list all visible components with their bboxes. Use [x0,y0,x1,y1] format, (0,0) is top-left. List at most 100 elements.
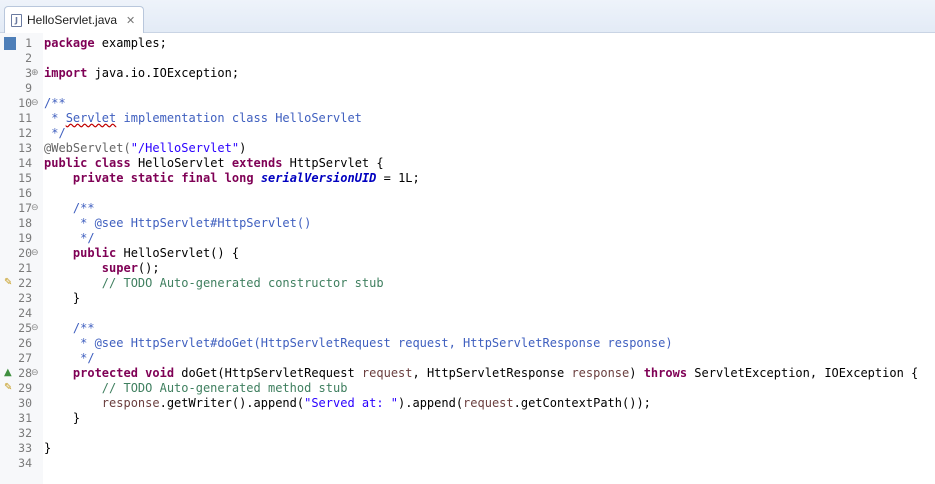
code-line[interactable]: ▲ 28 ⊖ protected void doGet(HttpServletReq… [0,366,935,381]
code-token: public [72,246,117,260]
code-token: ) [629,366,644,380]
code-line[interactable]: 13 @WebServlet("/HelloServlet") [0,141,935,156]
code-token: (); [137,261,160,275]
code-token: serialVersionUID [260,171,377,185]
code-line[interactable]: 30 response.getWriter().append("Served a… [0,396,935,411]
code-line[interactable]: 18 * @see HttpServlet#HttpServlet() [0,216,935,231]
line-number: 32 [18,426,32,440]
code-line[interactable]: 2 [0,51,935,66]
line-number: 34 [18,456,32,470]
editor-tab-bar: J HelloServlet.java ✕ [0,0,935,33]
code-token: .getContextPath()); [513,396,651,410]
code-token: */ [44,126,66,140]
line-number: 22 [18,276,32,290]
code-token: } [44,441,52,455]
code-line[interactable]: 32 [0,426,935,441]
code-text: * @see HttpServlet#HttpServlet() [44,216,311,231]
code-line[interactable]: 17 ⊖ /** [0,201,935,216]
code-line[interactable]: 1 package examples; [0,36,935,51]
code-token: = 1L; [376,171,420,185]
code-line[interactable]: 16 [0,186,935,201]
code-token: protected [72,366,138,380]
tab-title: HelloServlet.java [27,13,118,27]
code-token: final [181,171,218,185]
code-text: */ [44,351,94,366]
code-line[interactable]: 33} [0,441,935,456]
line-number: 27 [18,351,32,365]
line-number: 11 [18,111,32,125]
code-line[interactable]: ✎ 29 // TODO Auto-generated method stub [0,381,935,396]
code-line[interactable]: 3 ⊕ import java.io.IOException; [0,66,935,81]
code-text: /** [44,96,66,111]
code-line[interactable]: 26 * @see HttpServlet#doGet(HttpServletR… [0,336,935,351]
code-token: doGet(HttpServletRequest [174,366,362,380]
code-text: super(); [44,261,160,276]
code-text: package examples; [44,36,167,51]
line-number: 28 [18,366,32,380]
code-line[interactable]: 25 ⊖ /** [0,321,935,336]
code-editor[interactable]: 1 package examples; 2 3 ⊕ import java.io.IOEx… [0,33,935,484]
code-token: /** [44,201,95,215]
code-line[interactable]: 24 [0,306,935,321]
code-text: * Servlet implementation class HelloServ… [44,111,362,126]
code-token: // TODO Auto-generated method stub [44,381,348,395]
code-token: } [44,411,81,425]
code-text: } [44,291,80,306]
line-number: 21 [18,261,32,275]
collapse-fold-icon[interactable]: ⊖ [31,366,41,381]
line-number: 18 [18,216,32,230]
code-token: request [463,396,514,410]
line-number: 31 [18,411,32,425]
code-line[interactable]: 21 super(); [0,261,935,276]
code-line[interactable]: ✎ 22 // TODO Auto-generated constructor s… [0,276,935,291]
code-line[interactable]: 20 ⊖ public HelloServlet() { [0,246,935,261]
line-number: 23 [18,291,32,305]
code-line[interactable]: 10 ⊖/** [0,96,935,111]
code-token: @WebServlet( [44,141,131,155]
code-text: response.getWriter().append("Served at: … [44,396,651,411]
code-text: import java.io.IOException; [44,66,239,81]
code-token: public [44,156,88,170]
code-text: */ [44,126,66,141]
collapse-fold-icon[interactable]: ⊖ [31,96,41,111]
tab-helloservlet-java[interactable]: J HelloServlet.java ✕ [4,6,144,33]
code-line[interactable]: 12 */ [0,126,935,141]
code-line[interactable]: 14 public class HelloServlet extends Http… [0,156,935,171]
code-token: super [101,261,138,275]
collapse-fold-icon[interactable]: ⊖ [31,201,41,216]
expand-fold-icon[interactable]: ⊕ [31,66,41,81]
code-token: extends [231,156,283,170]
line-number: 3 [25,66,32,80]
code-line[interactable]: 19 */ [0,231,935,246]
code-line[interactable]: 15 private static final long serialVersi… [0,171,935,186]
code-line[interactable]: 11 * Servlet implementation class HelloS… [0,111,935,126]
collapse-fold-icon[interactable]: ⊖ [31,321,41,336]
code-token: "Served at: " [304,396,399,410]
code-text: public HelloServlet() { [44,246,239,261]
code-token: static [130,171,175,185]
collapse-fold-icon[interactable]: ⊖ [31,246,41,261]
code-text: @WebServlet("/HelloServlet") [44,141,246,156]
code-token: // TODO Auto-generated constructor stub [44,276,384,290]
close-icon[interactable]: ✕ [126,14,135,27]
code-token: response [571,366,630,380]
code-line[interactable]: 23 } [0,291,935,306]
line-number: 29 [18,381,32,395]
code-token: /** [44,96,66,110]
line-number: 9 [25,81,32,95]
code-line[interactable]: 31 } [0,411,935,426]
code-line[interactable]: 27 */ [0,351,935,366]
code-token: response [101,396,160,410]
code-line[interactable]: 9 [0,81,935,96]
line-number: 10 [18,96,32,110]
line-number: 16 [18,186,32,200]
code-text: } [44,411,80,426]
code-line[interactable]: 34 [0,456,935,471]
code-token: ServletException, IOException { [687,366,919,380]
code-text: /** [44,201,95,216]
code-text: public class HelloServlet extends HttpSe… [44,156,384,171]
